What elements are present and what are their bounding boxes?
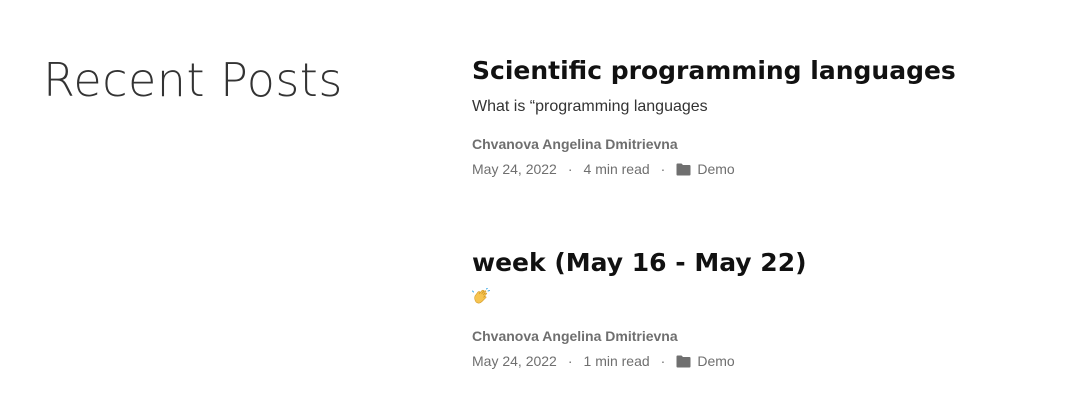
- section-title: Recent Posts: [43, 53, 343, 107]
- meta-separator: ·: [660, 161, 666, 177]
- post-author-link[interactable]: Chvanova Angelina Dmitrievna: [472, 135, 678, 153]
- meta-separator: ·: [660, 353, 666, 369]
- meta-separator: ·: [567, 353, 573, 369]
- meta-separator: ·: [567, 161, 573, 177]
- post-item: week (May 16 - May 22) Chvanova Angelina…: [472, 246, 1072, 369]
- clapping-hands-emoji-icon: [472, 288, 490, 304]
- post-title-link[interactable]: Scientific programming languages: [472, 54, 1072, 88]
- folder-icon: [676, 355, 691, 367]
- post-meta: May 24, 2022 · 4 min read · Demo: [472, 160, 735, 178]
- post-date: May 24, 2022: [472, 353, 557, 369]
- post-category-link[interactable]: Demo: [697, 352, 734, 370]
- post-title-link[interactable]: week (May 16 - May 22): [472, 246, 1072, 280]
- post-read-time: 4 min read: [583, 161, 650, 177]
- folder-icon: [676, 163, 691, 175]
- post-category-link[interactable]: Demo: [697, 160, 734, 178]
- post-read-time: 1 min read: [583, 353, 650, 369]
- post-meta: May 24, 2022 · 1 min read · Demo: [472, 352, 735, 370]
- post-item: Scientific programming languages What is…: [472, 54, 1072, 177]
- post-author-link[interactable]: Chvanova Angelina Dmitrievna: [472, 327, 678, 345]
- post-date: May 24, 2022: [472, 161, 557, 177]
- post-summary: What is “programming languages: [472, 98, 708, 115]
- post-summary: [472, 288, 490, 313]
